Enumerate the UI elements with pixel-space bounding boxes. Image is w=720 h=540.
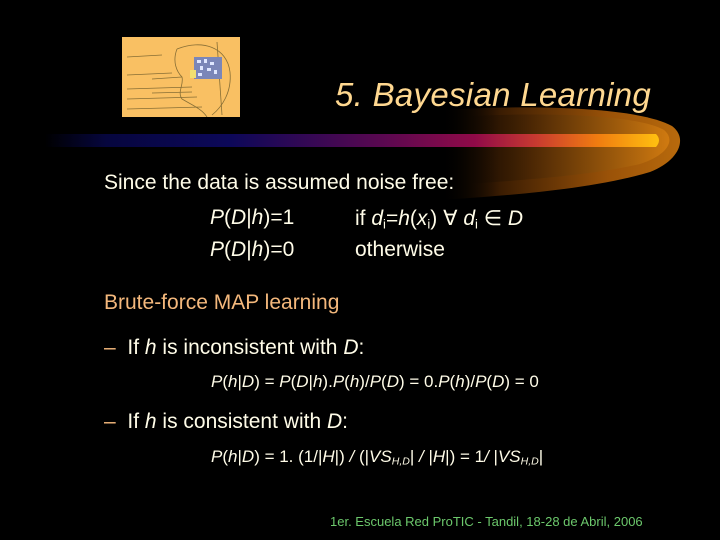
rule-1-lhs: P(D|h)=1 bbox=[210, 206, 295, 229]
bullet-consistent: – If h is consistent with D: bbox=[104, 410, 348, 433]
head-sketch-logo bbox=[122, 37, 240, 117]
slide-title: 5. Bayesian Learning bbox=[335, 76, 652, 113]
section-heading: Brute-force MAP learning bbox=[104, 291, 340, 314]
rule-1-rhs: if di=h(xi) ∀ di ∈ D bbox=[355, 207, 524, 232]
footer-text: 1er. Escuela Red ProTIC - Tandil, 18-28 … bbox=[330, 514, 643, 529]
bullet-inconsistent: – If h is inconsistent with D: bbox=[104, 336, 365, 359]
equation-inconsistent: P(h|D) = P(D|h).P(h)/P(D) = 0.P(h)/P(D) … bbox=[211, 372, 539, 391]
dash-bullet: – bbox=[104, 336, 116, 359]
rule-2-rhs: otherwise bbox=[355, 238, 445, 261]
gradient-bar bbox=[45, 134, 659, 147]
equation-consistent: P(h|D) = 1. (1/|H|) / (|VSH,D| / |H|) = … bbox=[211, 447, 544, 468]
dash-bullet: – bbox=[104, 410, 116, 433]
intro-text: Since the data is assumed noise free: bbox=[104, 171, 455, 194]
rule-2-lhs: P(D|h)=0 bbox=[210, 238, 295, 261]
